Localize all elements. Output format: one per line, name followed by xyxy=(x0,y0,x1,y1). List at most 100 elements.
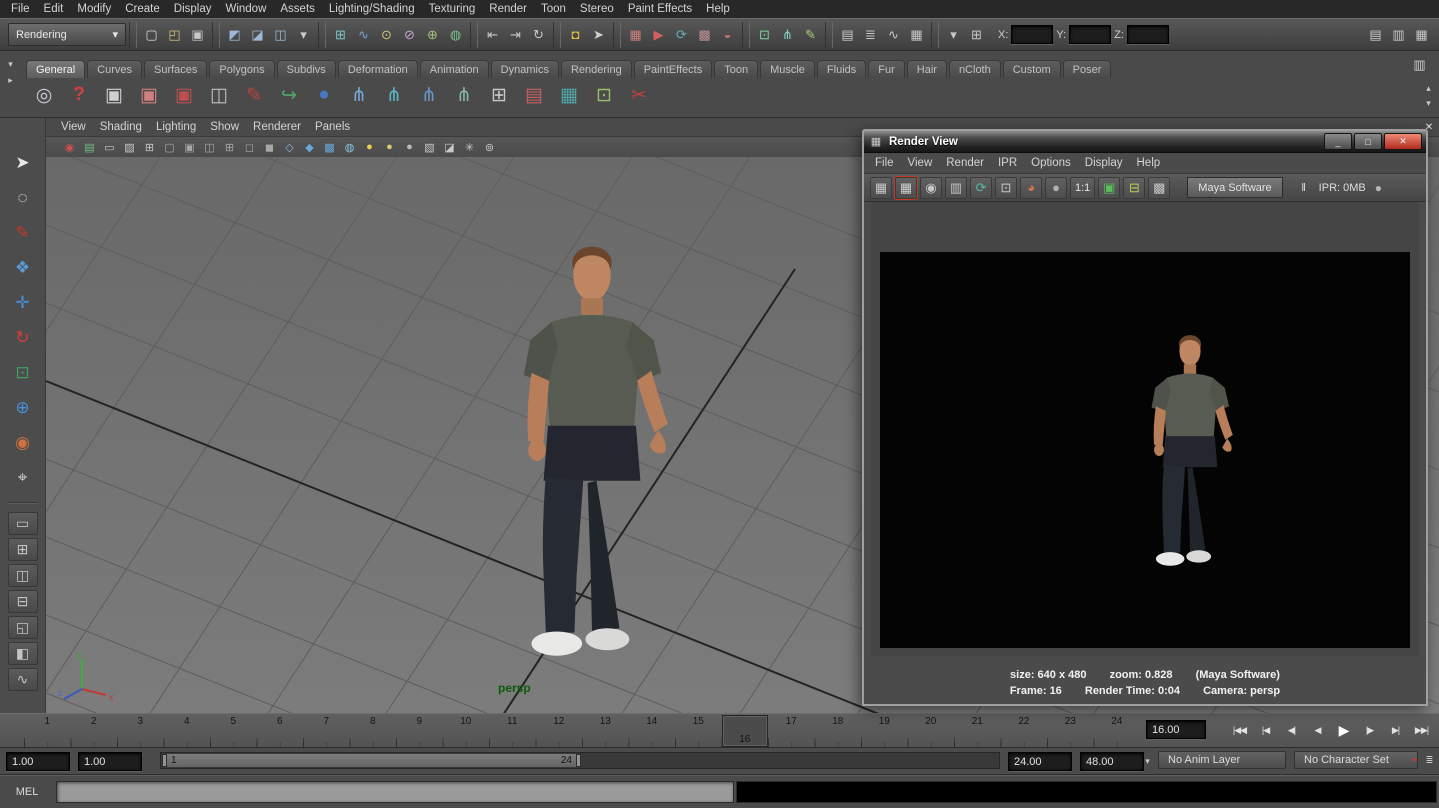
menu-file[interactable]: File xyxy=(4,3,37,15)
ramp-shader-shelf-icon[interactable]: ▤ xyxy=(518,79,550,111)
frame-7[interactable]: 7 xyxy=(303,716,350,729)
renderer-selector[interactable]: Maya Software xyxy=(1187,177,1282,198)
dope-sheet-icon[interactable]: ▦ xyxy=(905,23,928,46)
shelf-tab-ncloth[interactable]: nCloth xyxy=(949,60,1001,78)
shelf-tab-hair[interactable]: Hair xyxy=(907,60,947,78)
play-backwards-button[interactable]: ◀ xyxy=(1305,719,1330,741)
menu-set-selector[interactable]: Rendering ▾ xyxy=(8,23,126,46)
frame-21[interactable]: 21 xyxy=(954,716,1001,729)
toolbar-separator[interactable] xyxy=(318,22,326,48)
show-manipulator-tool[interactable]: ⌖ xyxy=(6,462,40,494)
safe-action-icon[interactable]: ◻ xyxy=(240,139,259,156)
hypergraph-icon[interactable]: ⋔ xyxy=(776,23,799,46)
snap-to-point-icon[interactable]: ⊙ xyxy=(375,23,398,46)
shelf-tab-polygons[interactable]: Polygons xyxy=(209,60,274,78)
pause-ipr-icon[interactable]: ‖ xyxy=(1296,176,1312,199)
anim-layer-selector[interactable]: No Anim Layer xyxy=(1158,751,1286,769)
shelf-tab-painteffects[interactable]: PaintEffects xyxy=(634,60,713,78)
smooth-shade-icon[interactable]: ◆ xyxy=(300,139,319,156)
toon-outline-shelf-icon[interactable]: ↪ xyxy=(273,79,305,111)
step-back-frame-button[interactable]: |◀ xyxy=(1253,719,1278,741)
select-by-component-icon[interactable]: ◫ xyxy=(269,23,292,46)
frame-15[interactable]: 15 xyxy=(675,716,722,729)
shading-node-shelf-icon[interactable]: ⋔ xyxy=(343,79,375,111)
step-back-key-button[interactable]: ◀| xyxy=(1279,719,1304,741)
snap-to-curve-icon[interactable]: ∿ xyxy=(352,23,375,46)
rgb-channels-icon[interactable]: ◕ xyxy=(1020,177,1042,199)
auto-keyframe-button[interactable]: ✦ xyxy=(1407,753,1422,767)
toolbar-separator[interactable] xyxy=(742,22,750,48)
camera-aim-shelf-icon[interactable]: ▣ xyxy=(133,79,165,111)
highlight-selection-icon[interactable]: ➤ xyxy=(587,23,610,46)
two-pane-side-layout-button[interactable]: ◫ xyxy=(8,564,38,587)
shelf-tab-poser[interactable]: Poser xyxy=(1063,60,1112,78)
sculpt-tool[interactable]: ❖ xyxy=(6,252,40,284)
render-canvas[interactable] xyxy=(871,202,1419,656)
single-pane-layout-button[interactable]: ▭ xyxy=(8,512,38,535)
attribute-editor-toggle-icon[interactable]: ▤ xyxy=(1364,23,1387,46)
shelf-tab-deformation[interactable]: Deformation xyxy=(338,60,418,78)
toolbar-separator[interactable] xyxy=(613,22,621,48)
snap-to-grid-icon[interactable]: ⊞ xyxy=(329,23,352,46)
output-connections-icon[interactable]: ⇥ xyxy=(504,23,527,46)
assign-shader-shelf-icon[interactable]: ● xyxy=(308,79,340,111)
frame-19[interactable]: 19 xyxy=(861,716,908,729)
remove-image-icon[interactable]: ⊟ xyxy=(1123,177,1145,199)
surface-shader-shelf-icon[interactable]: ⋔ xyxy=(413,79,445,111)
menu-paint-effects[interactable]: Paint Effects xyxy=(621,3,699,15)
frame-24[interactable]: 24 xyxy=(1094,716,1141,729)
frame-14[interactable]: 14 xyxy=(629,716,676,729)
snapshot-icon[interactable]: ◉ xyxy=(920,177,942,199)
channel-box-toggle-icon[interactable]: ▦ xyxy=(1410,23,1433,46)
animation-end-field[interactable]: 48.00 xyxy=(1080,752,1144,771)
create-camera-shelf-icon[interactable]: ▣ xyxy=(98,79,130,111)
move-tool[interactable]: ✛ xyxy=(6,287,40,319)
outliner-icon[interactable]: ≣ xyxy=(859,23,882,46)
toolbar-separator[interactable] xyxy=(931,22,939,48)
frame-22[interactable]: 22 xyxy=(1001,716,1048,729)
isolate-select-icon[interactable]: ▧ xyxy=(420,139,439,156)
character-set-selector[interactable]: No Character Set xyxy=(1294,751,1418,769)
hypershade-icon[interactable]: ⊡ xyxy=(753,23,776,46)
panel-menu-view[interactable]: View xyxy=(54,121,93,133)
shelf-tab-rendering[interactable]: Rendering xyxy=(561,60,632,78)
render-view-menu-help[interactable]: Help xyxy=(1130,157,1168,169)
four-pane-layout-button[interactable]: ⊞ xyxy=(8,538,38,561)
panel-menu-shading[interactable]: Shading xyxy=(93,121,149,133)
frame-3[interactable]: 3 xyxy=(117,716,164,729)
shadows-icon[interactable]: ● xyxy=(400,139,419,156)
panel-menu-show[interactable]: Show xyxy=(203,121,246,133)
save-scene-icon[interactable]: ▣ xyxy=(186,23,209,46)
share-view-icon[interactable]: ⊚ xyxy=(480,139,499,156)
field-chart-icon[interactable]: ⊞ xyxy=(220,139,239,156)
frame-4[interactable]: 4 xyxy=(164,716,211,729)
help-shelf-icon[interactable]: ? xyxy=(63,79,95,111)
graph-editor-icon[interactable]: ∿ xyxy=(882,23,905,46)
menu-edit[interactable]: Edit xyxy=(37,3,71,15)
render-view-titlebar[interactable]: ▦ Render View _□✕ xyxy=(864,131,1426,153)
shelf-scroll-down-icon[interactable]: ▾ xyxy=(1421,96,1436,110)
gate-mask-icon[interactable]: ◫ xyxy=(200,139,219,156)
panel-menu-lighting[interactable]: Lighting xyxy=(149,121,203,133)
camera-aim-up-shelf-icon[interactable]: ▣ xyxy=(168,79,200,111)
resolution-gate-icon[interactable]: ▣ xyxy=(180,139,199,156)
render-settings-icon[interactable]: ▩ xyxy=(693,23,716,46)
time-slider[interactable]: 123456789101112131415161718192021222324 … xyxy=(24,715,1140,747)
open-render-settings-icon[interactable]: ▩ xyxy=(1148,177,1170,199)
exposure-icon[interactable]: ✳ xyxy=(460,139,479,156)
frame-20[interactable]: 20 xyxy=(908,716,955,729)
paint-effects-panel-icon[interactable]: ✎ xyxy=(799,23,822,46)
frame-10[interactable]: 10 xyxy=(443,716,490,729)
panel-menu-panels[interactable]: Panels xyxy=(308,121,357,133)
minimize-button[interactable]: _ xyxy=(1324,133,1352,150)
zoom-one-to-one-button[interactable]: 1:1 xyxy=(1070,177,1095,199)
wireframe-icon[interactable]: ◇ xyxy=(280,139,299,156)
two-d-pan-zoom-icon[interactable]: ⊞ xyxy=(140,139,159,156)
displacement-shelf-icon[interactable]: ⊡ xyxy=(588,79,620,111)
layered-shader-shelf-icon[interactable]: ⋔ xyxy=(378,79,410,111)
safe-title-icon[interactable]: ◼ xyxy=(260,139,279,156)
shelf-tab-curves[interactable]: Curves xyxy=(87,60,142,78)
frame-11[interactable]: 11 xyxy=(489,716,536,729)
select-tool[interactable]: ➤ xyxy=(6,147,40,179)
frame-2[interactable]: 2 xyxy=(71,716,118,729)
